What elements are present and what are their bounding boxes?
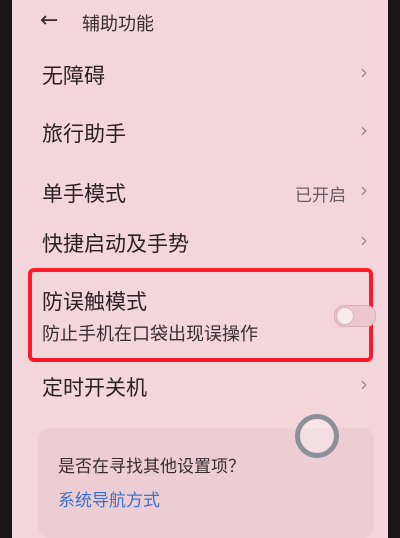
row-label: 旅行助手 (42, 122, 126, 146)
chevron-right-icon: › (360, 118, 368, 142)
row-one-hand-mode[interactable]: 单手模式 已开启 › (12, 168, 388, 216)
row-quick-launch-gestures[interactable]: 快捷启动及手势 › (12, 218, 388, 266)
floating-ball-icon[interactable] (295, 414, 339, 458)
pocket-mode-description: 防止手机在口袋出现误操作 (42, 324, 258, 345)
suggestion-question: 是否在寻找其他设置项？ (58, 457, 245, 477)
toggle-knob (337, 308, 353, 324)
header: ← 辅助功能 (12, 0, 388, 44)
pocket-mode-toggle[interactable] (334, 305, 376, 327)
chevron-right-icon: › (360, 178, 368, 202)
chevron-right-icon: › (360, 228, 368, 252)
row-label: 单手模式 (42, 182, 126, 206)
row-travel-assistant[interactable]: 旅行助手 › (12, 108, 388, 156)
row-accessibility[interactable]: 无障碍 › (12, 50, 388, 98)
row-scheduled-power[interactable]: 定时开关机 › (12, 362, 388, 410)
back-arrow-icon[interactable]: ← (40, 8, 58, 33)
row-label: 快捷启动及手势 (42, 232, 189, 256)
pocket-mode-title: 防误触模式 (42, 290, 147, 314)
row-status-value: 已开启 (295, 186, 346, 206)
system-navigation-link[interactable]: 系统导航方式 (58, 486, 160, 511)
settings-screen: ← 辅助功能 无障碍 › 旅行助手 › 单手模式 已开启 › 快捷启动及手势 ›… (12, 0, 388, 538)
row-label: 无障碍 (42, 64, 105, 88)
row-label: 定时开关机 (42, 376, 147, 400)
chevron-right-icon: › (360, 60, 368, 84)
chevron-right-icon: › (360, 372, 368, 396)
page-title: 辅助功能 (82, 14, 154, 35)
